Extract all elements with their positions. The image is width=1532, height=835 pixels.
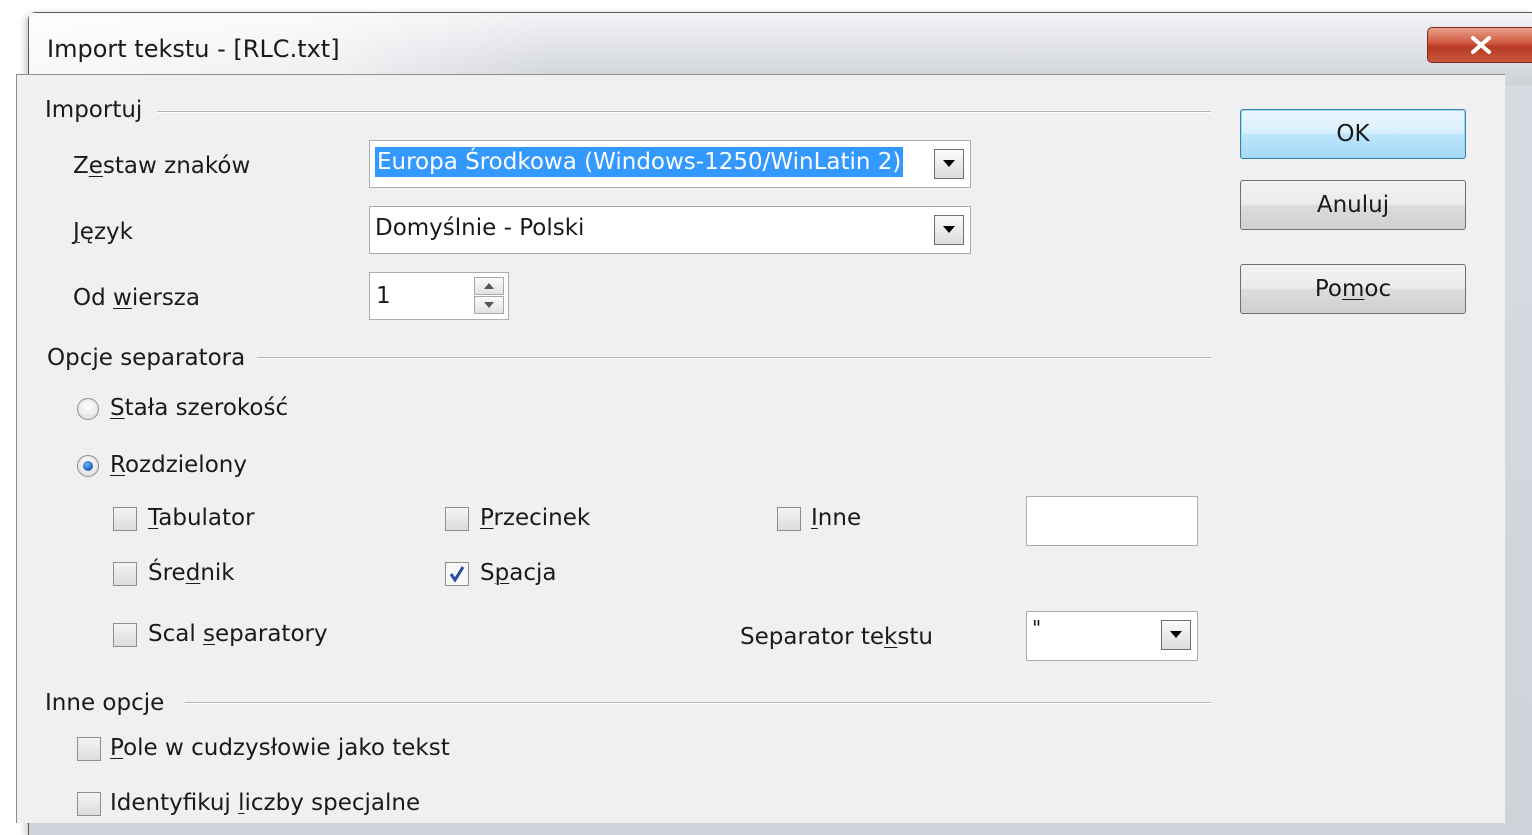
- spin-up-button[interactable]: [474, 277, 504, 295]
- space-checkbox[interactable]: [445, 562, 469, 586]
- arrow-up-icon: [484, 283, 494, 289]
- charset-select[interactable]: Europa Środkowa (Windows-1250/WinLatin 2…: [369, 140, 971, 188]
- detect-special-label[interactable]: Identyfikuj liczby specjalne: [110, 790, 420, 816]
- separated-radio[interactable]: [77, 455, 99, 477]
- detect-special-checkbox[interactable]: [77, 792, 101, 816]
- other-checkbox[interactable]: [777, 507, 801, 531]
- group-title-import: Importuj: [45, 97, 151, 123]
- group-divider: [157, 111, 1211, 113]
- other-separator-input[interactable]: [1026, 496, 1198, 546]
- space-label[interactable]: Spacja: [480, 560, 556, 586]
- text-separator-select[interactable]: ": [1026, 611, 1198, 661]
- tab-label[interactable]: Tabulator: [148, 505, 255, 531]
- separated-label[interactable]: Rozdzielony: [110, 452, 247, 478]
- charset-value: Europa Środkowa (Windows-1250/WinLatin 2…: [375, 147, 904, 177]
- merge-separators-label[interactable]: Scal separatory: [148, 621, 328, 647]
- chevron-down-icon[interactable]: [934, 149, 964, 179]
- from-row-spinner[interactable]: 1: [369, 272, 509, 320]
- text-separator-label: Separator tekstu: [740, 624, 933, 650]
- from-row-label: Od wiersza: [73, 285, 200, 311]
- merge-separators-checkbox[interactable]: [113, 623, 137, 647]
- ok-button[interactable]: OK: [1240, 109, 1466, 159]
- language-value: Domyślnie - Polski: [375, 215, 585, 241]
- window-title: Import tekstu - [RLC.txt]: [47, 35, 340, 63]
- cancel-button[interactable]: Anuluj: [1240, 180, 1466, 230]
- group-divider: [257, 357, 1211, 359]
- chevron-down-icon[interactable]: [1161, 620, 1191, 650]
- text-separator-value: ": [1032, 616, 1042, 640]
- language-select[interactable]: Domyślnie - Polski: [369, 206, 971, 254]
- language-label: Język: [73, 219, 133, 245]
- arrow-down-icon: [484, 302, 494, 308]
- group-title-separator: Opcje separatora: [47, 345, 254, 371]
- semicolon-label[interactable]: Średnik: [148, 560, 235, 586]
- from-row-value: 1: [376, 283, 391, 309]
- tab-checkbox[interactable]: [113, 507, 137, 531]
- quoted-as-text-checkbox[interactable]: [77, 737, 101, 761]
- semicolon-checkbox[interactable]: [113, 562, 137, 586]
- help-button[interactable]: Po m oc: [1240, 264, 1466, 314]
- group-title-other: Inne opcje: [45, 690, 173, 716]
- close-icon: [1471, 36, 1491, 54]
- group-divider: [185, 702, 1211, 704]
- chevron-down-icon[interactable]: [934, 215, 964, 245]
- close-button[interactable]: [1427, 27, 1532, 63]
- fixed-width-label[interactable]: Stała szerokość: [110, 395, 288, 421]
- comma-label[interactable]: Przecinek: [480, 505, 590, 531]
- spin-down-button[interactable]: [474, 296, 504, 314]
- charset-label: Zestaw znaków: [73, 153, 251, 179]
- other-label[interactable]: Inne: [811, 505, 861, 531]
- checkmark-icon: [449, 566, 465, 583]
- comma-checkbox[interactable]: [445, 507, 469, 531]
- fixed-width-radio[interactable]: [77, 398, 99, 420]
- dialog-client-area: Importuj Zestaw znaków Europa Środkowa (…: [16, 74, 1505, 823]
- quoted-as-text-label[interactable]: Pole w cudzysłowie jako tekst: [110, 735, 450, 761]
